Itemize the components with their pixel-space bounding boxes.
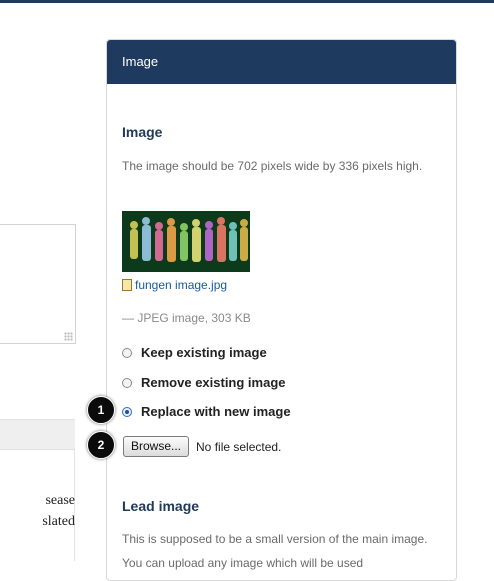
image-file-meta: — JPEG image, 303 KB bbox=[122, 311, 251, 325]
replace-image-option[interactable]: Replace with new image bbox=[122, 404, 291, 419]
file-icon bbox=[122, 279, 132, 291]
step-badge-1: 1 bbox=[87, 396, 115, 424]
top-rule bbox=[0, 0, 494, 3]
image-thumbnail bbox=[122, 211, 250, 272]
remove-image-option[interactable]: Remove existing image bbox=[122, 375, 286, 390]
lead-image-help-text: This is supposed to be a small version o… bbox=[122, 532, 428, 570]
remove-image-radio[interactable] bbox=[122, 377, 132, 388]
image-panel: Image Image The image should be 702 pixe… bbox=[106, 39, 457, 581]
left-textarea[interactable] bbox=[0, 224, 76, 344]
image-file-name: fungen image.jpg bbox=[135, 278, 228, 292]
replace-image-radio[interactable] bbox=[122, 406, 132, 417]
lead-image-title: Lead image bbox=[122, 498, 200, 514]
file-status: No file selected. bbox=[196, 439, 282, 454]
browse-button[interactable]: Browse... bbox=[123, 436, 190, 457]
left-body-text: sease slated bbox=[42, 493, 75, 529]
keep-image-label: Keep existing image bbox=[141, 345, 267, 360]
remove-image-label: Remove existing image bbox=[141, 375, 286, 390]
people-collage-image bbox=[122, 211, 250, 272]
keep-image-radio[interactable] bbox=[122, 347, 132, 358]
left-section-bar bbox=[0, 419, 75, 450]
image-help-text: The image should be 702 pixels wide by 3… bbox=[122, 159, 423, 173]
keep-image-option[interactable]: Keep existing image bbox=[122, 345, 267, 360]
image-section-title: Image bbox=[122, 124, 163, 140]
replace-image-label: Replace with new image bbox=[141, 404, 291, 419]
image-file-link[interactable]: fungen image.jpg bbox=[122, 278, 227, 292]
step-badge-2: 2 bbox=[87, 431, 115, 459]
resize-grip-icon[interactable] bbox=[64, 332, 73, 341]
file-upload: Browse... No file selected. bbox=[123, 436, 281, 457]
panel-header: Image bbox=[107, 40, 456, 84]
